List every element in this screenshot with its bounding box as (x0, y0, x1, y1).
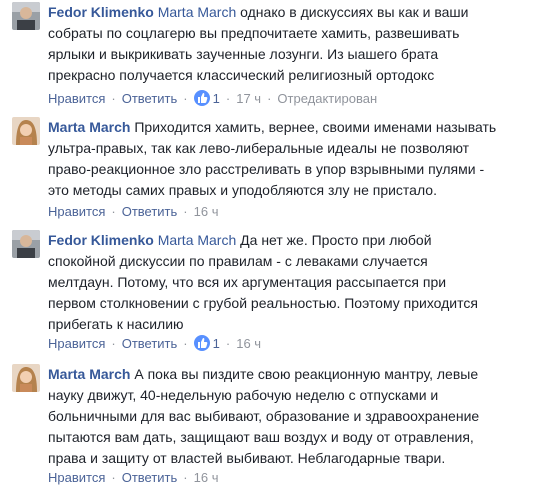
comment-line: больничными для вас выбивают, образовани… (48, 408, 480, 424)
like-link[interactable]: Нравится (48, 470, 105, 485)
reply-link[interactable]: Ответить (122, 91, 178, 106)
author-name[interactable]: Marta March (48, 119, 130, 135)
reply-link[interactable]: Ответить (122, 204, 178, 219)
mention-name[interactable]: Marta March (158, 232, 237, 248)
comment-line: это методы самих правых и уподобляются з… (48, 182, 437, 198)
like-count[interactable]: 1 (213, 336, 220, 351)
reply-link[interactable]: Ответить (122, 336, 178, 351)
comment-body: Marta March А пока вы пиздите свою реакц… (48, 364, 538, 469)
comment-body: Marta March Приходится хамить, вернее, с… (48, 117, 538, 201)
comment-line: ультра-правых, так как лево-либеральные … (48, 140, 470, 156)
timestamp[interactable]: 16 ч (236, 336, 261, 351)
comment-line: прибегать к насилию (48, 316, 184, 332)
edited-label[interactable]: Отредактирован (277, 91, 377, 106)
avatar[interactable] (12, 117, 40, 145)
comment-actions: Нравится · Ответить · 16 ч (48, 470, 219, 485)
comment-line: Да нет же. Просто при любой (240, 232, 432, 248)
author-name[interactable]: Fedor Klimenko (48, 232, 154, 248)
timestamp[interactable]: 17 ч (236, 91, 261, 106)
timestamp[interactable]: 16 ч (194, 204, 219, 219)
like-link[interactable]: Нравится (48, 204, 105, 219)
comment-line: пытаются вам дать, защищают ваш воздух и… (48, 429, 474, 445)
comment-actions: Нравится · Ответить · 1 · 17 ч · Отредактирован (48, 90, 378, 106)
comment-actions: Нравится · Ответить · 16 ч (48, 204, 219, 219)
comment-line: однако в дискуссиях вы как и ваши (240, 4, 469, 20)
reply-link[interactable]: Ответить (122, 470, 178, 485)
comment-text: Marta March А пока вы пиздите свою реакц… (48, 364, 538, 469)
comment-line: мелтдаун. Потому, что вся их аргументаци… (48, 274, 447, 290)
comment-line: Приходится хамить, вернее, своими именам… (134, 119, 497, 135)
comment-line: прекрасно получается классический религи… (48, 67, 435, 83)
comment-text: Fedor Klimenko Marta March Да нет же. Пр… (48, 230, 538, 335)
like-icon (193, 90, 210, 106)
like-link[interactable]: Нравится (48, 91, 105, 106)
avatar[interactable] (12, 364, 40, 392)
comment-line: спокойной дискуссии по правилам - с лева… (48, 253, 428, 269)
comment-body: Fedor Klimenko Marta March однако в диск… (48, 2, 538, 86)
comment-body: Fedor Klimenko Marta March Да нет же. Пр… (48, 230, 538, 335)
timestamp[interactable]: 16 ч (194, 470, 219, 485)
comment-line: А пока вы пиздите свою реакционную мантр… (134, 366, 479, 382)
like-count[interactable]: 1 (213, 91, 220, 106)
avatar[interactable] (12, 230, 40, 258)
comment-line: ярлыки и выкрикивать заученные лозунги. … (48, 46, 439, 62)
comment-line: право-реакционное зло расстреливать в уп… (48, 161, 485, 177)
author-name[interactable]: Fedor Klimenko (48, 4, 154, 20)
avatar[interactable] (12, 2, 40, 30)
mention-name[interactable]: Marta March (158, 4, 237, 20)
comment-line: права и защиту от властей выбивают. Небл… (48, 450, 446, 466)
like-icon (193, 335, 210, 351)
comment-line: первом столкновении с грубой реальностью… (48, 295, 478, 311)
comment-text: Fedor Klimenko Marta March однако в диск… (48, 2, 538, 86)
comment-actions: Нравится · Ответить · 1 · 16 ч (48, 335, 262, 351)
comment-text: Marta March Приходится хамить, вернее, с… (48, 117, 538, 201)
comment-thread: Fedor Klimenko Marta March однако в диск… (0, 0, 548, 494)
comment-line: собраты по соцлагерю вы предпочитаете ха… (48, 25, 460, 41)
comment-line: науку движут, 40-недельную рабочую недел… (48, 387, 439, 403)
author-name[interactable]: Marta March (48, 366, 130, 382)
like-link[interactable]: Нравится (48, 336, 105, 351)
